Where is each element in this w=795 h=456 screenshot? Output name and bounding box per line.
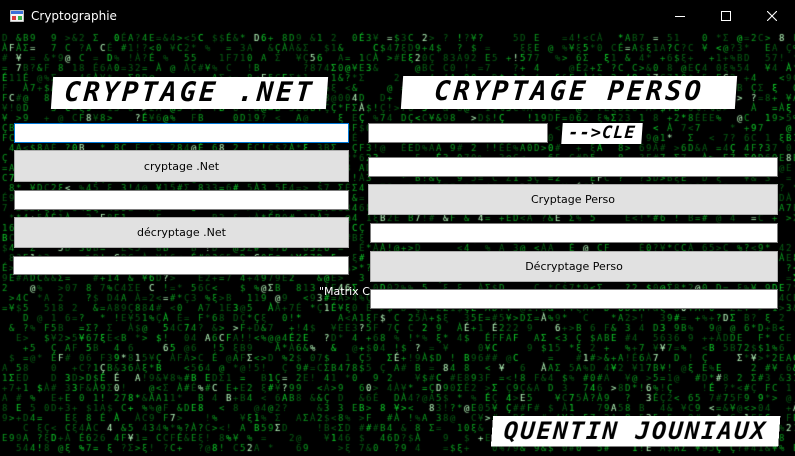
minimize-button[interactable] [657, 0, 703, 32]
title-bar[interactable]: Cryptographie [0, 0, 795, 32]
key-field[interactable] [368, 123, 548, 145]
perso-decrypted-output[interactable] [371, 292, 777, 311]
perso-title-banner: CRYPTAGE PERSO [400, 76, 738, 109]
minimize-icon [675, 16, 685, 17]
key-input[interactable] [369, 126, 547, 145]
perso-encrypted-output[interactable] [371, 226, 777, 245]
close-button[interactable] [749, 0, 795, 32]
status-label: "Matrix C [319, 285, 370, 298]
net-decrypted-field[interactable] [13, 256, 349, 277]
net-title: CRYPTAGE .NET [63, 77, 316, 108]
app-icon [10, 10, 24, 22]
net-input[interactable] [15, 126, 348, 145]
net-encrypted-output[interactable] [15, 193, 348, 212]
author-banner: QUENTIN JOUNIAUX [490, 416, 781, 446]
perso-decrypt-button[interactable]: Décryptage Perso [370, 251, 778, 282]
net-title-banner: CRYPTAGE .NET [50, 77, 329, 109]
author-name: QUENTIN JOUNIAUX [502, 417, 769, 445]
key-label-banner: -->CLE [561, 123, 643, 144]
perso-encrypt-button[interactable]: Cryptage Perso [368, 184, 778, 215]
client-area: CRYPTAGE .NET CRYPTAGE PERSO cryptage .N… [0, 32, 795, 456]
net-decrypted-output[interactable] [14, 260, 348, 277]
net-input-field[interactable] [14, 123, 349, 145]
perso-title: CRYPTAGE PERSO [433, 76, 705, 107]
perso-decrypted-field[interactable] [370, 289, 778, 311]
key-label: -->CLE [567, 123, 637, 143]
net-encrypt-button[interactable]: cryptage .Net [14, 150, 349, 182]
net-encrypted-field[interactable] [14, 190, 349, 212]
close-icon [767, 11, 777, 21]
perso-input[interactable] [369, 160, 777, 179]
app-window: Cryptographie CRYPTAGE .NET CRYPTAGE PER… [0, 0, 795, 456]
net-decrypt-button[interactable]: décryptage .Net [14, 217, 349, 248]
window-title: Cryptographie [31, 9, 117, 23]
perso-encrypted-field[interactable] [370, 223, 778, 245]
maximize-icon [721, 11, 731, 21]
perso-input-field[interactable] [368, 157, 778, 179]
maximize-button[interactable] [703, 0, 749, 32]
